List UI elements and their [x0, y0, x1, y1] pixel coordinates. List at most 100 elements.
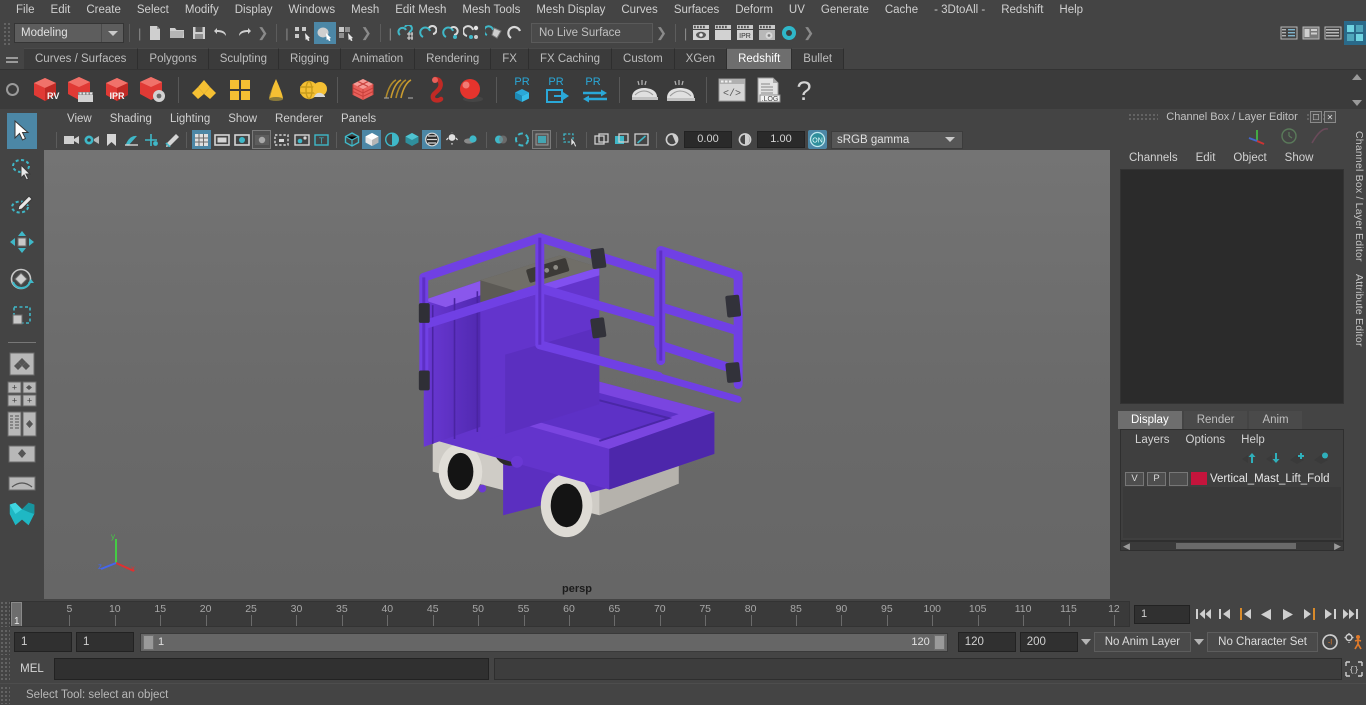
redshift-script-icon[interactable]: </>: [715, 73, 749, 107]
paint-select-tool[interactable]: [7, 187, 37, 223]
save-scene-icon[interactable]: [188, 22, 210, 44]
shelf-tab-redshift[interactable]: Redshift: [727, 48, 793, 69]
redshift-pr-object-icon[interactable]: PR: [505, 73, 539, 107]
gamma-icon[interactable]: [735, 130, 754, 149]
redshift-material-icon[interactable]: [187, 73, 221, 107]
menu-item-edit[interactable]: Edit: [43, 0, 79, 20]
collapse-handle-4[interactable]: ❯: [358, 25, 375, 41]
redshift-bake-icon[interactable]: [628, 73, 662, 107]
redshift-render-settings-icon[interactable]: [136, 73, 170, 107]
viewport-3d-canvas[interactable]: persp y x z: [44, 150, 1110, 599]
current-frame-field[interactable]: 1: [1134, 604, 1190, 624]
auto-keyframe-icon[interactable]: -l: [1318, 631, 1342, 653]
layer-menu-options[interactable]: Options: [1178, 434, 1234, 446]
viewport-menu-view[interactable]: View: [58, 110, 101, 129]
redshift-volume-icon[interactable]: [418, 73, 452, 107]
shelf-tab-animation[interactable]: Animation: [341, 48, 416, 69]
collapse-handle-6[interactable]: ❯: [653, 25, 670, 41]
viewport-menu-shading[interactable]: Shading: [101, 110, 161, 129]
make-live-icon[interactable]: [505, 22, 527, 44]
range-slider-grip[interactable]: [0, 629, 10, 655]
shaded-wireframe-icon[interactable]: [382, 130, 401, 149]
scroll-left-icon[interactable]: ◀: [1121, 541, 1130, 552]
shelf-tab-custom[interactable]: Custom: [612, 48, 675, 69]
redshift-log-icon[interactable]: .LOG: [751, 73, 785, 107]
redshift-pr-transfer-icon[interactable]: PR: [577, 73, 611, 107]
menu-set-selector[interactable]: Modeling: [14, 23, 124, 43]
layer-tab-render[interactable]: Render: [1183, 411, 1248, 429]
time-slider-track[interactable]: 1 5 10 15 20 25 30 35 40 45 50 55 60 65 70 75 80 85 90 95 1…: [10, 601, 1130, 627]
time-slider-grip[interactable]: [0, 601, 10, 627]
view-transform-icon[interactable]: [592, 130, 611, 149]
step-forward-frame-icon[interactable]: [1299, 605, 1318, 624]
layer-tab-display[interactable]: Display: [1118, 411, 1182, 429]
smooth-shading-icon[interactable]: [362, 130, 381, 149]
redshift-ipr-icon[interactable]: IPR: [100, 73, 134, 107]
layer-visibility-toggle[interactable]: V: [1125, 471, 1144, 486]
color-management-selector[interactable]: sRGB gamma: [831, 130, 963, 149]
channel-box-list[interactable]: [1120, 169, 1344, 404]
select-by-object-type-icon[interactable]: [313, 22, 336, 44]
show-hide-channel-box-icon[interactable]: [1278, 22, 1300, 44]
status-line-grip[interactable]: [2, 21, 10, 45]
collapse-handle-7[interactable]: |: [681, 26, 690, 41]
select-tool[interactable]: [7, 113, 37, 149]
menu-item-curves[interactable]: Curves: [613, 0, 665, 20]
viewport-menu-panels[interactable]: Panels: [332, 110, 385, 129]
menu-item-uv[interactable]: UV: [781, 0, 813, 20]
side-tab-attribute-editor[interactable]: Attribute Editor: [1353, 268, 1365, 353]
collapse-handle-5[interactable]: |: [386, 26, 395, 41]
wireframe-shading-icon[interactable]: [342, 130, 361, 149]
move-layer-up-icon[interactable]: [1241, 452, 1257, 465]
redshift-pr-export-icon[interactable]: PR: [541, 73, 575, 107]
gate-mask-icon[interactable]: [252, 130, 271, 149]
render-view-icon[interactable]: [690, 22, 712, 44]
shelf-tab-fx-caching[interactable]: FX Caching: [528, 48, 613, 69]
hypershade-persp-layout-button[interactable]: [6, 440, 38, 468]
menu-item-3dtoall[interactable]: - 3DtoAll -: [926, 0, 993, 20]
redshift-proxy-icon[interactable]: [346, 73, 380, 107]
command-line-input[interactable]: [54, 658, 489, 680]
menu-item-mesh-display[interactable]: Mesh Display: [528, 0, 613, 20]
ambient-occlusion-icon[interactable]: [462, 130, 481, 149]
animation-preferences-icon[interactable]: [1342, 631, 1366, 653]
anim-layer-dropdown-arrow[interactable]: [1078, 632, 1094, 652]
step-back-frame-icon[interactable]: [1236, 605, 1255, 624]
show-hide-tool-settings-icon[interactable]: [1322, 22, 1344, 44]
shelf-scroll-arrows[interactable]: [1350, 72, 1364, 108]
character-set-dropdown-arrow[interactable]: [1191, 632, 1207, 652]
script-editor-icon[interactable]: {}: [1342, 658, 1366, 680]
collapse-handle[interactable]: |: [135, 26, 144, 41]
channel-box-menu-edit[interactable]: Edit: [1187, 152, 1225, 164]
select-by-hierarchy-icon[interactable]: [292, 22, 314, 44]
layer-menu-layers[interactable]: Layers: [1127, 434, 1178, 446]
layer-tab-anim[interactable]: Anim: [1249, 411, 1302, 429]
use-all-lights-icon[interactable]: [422, 130, 441, 149]
snap-to-curve-point-icon[interactable]: [439, 22, 461, 44]
view-transform-active-icon[interactable]: [612, 130, 631, 149]
channel-box-menu-object[interactable]: Object: [1224, 152, 1275, 164]
shelf-tab-polygons[interactable]: Polygons: [138, 48, 209, 69]
redshift-render-view-icon[interactable]: RV: [28, 73, 62, 107]
chevron-down-icon[interactable]: [938, 132, 962, 148]
undo-icon[interactable]: [210, 22, 232, 44]
menu-item-deform[interactable]: Deform: [727, 0, 781, 20]
viewport-menu-renderer[interactable]: Renderer: [266, 110, 332, 129]
persp-graph-layout-button[interactable]: [6, 470, 38, 498]
motion-blur-icon[interactable]: [492, 130, 511, 149]
collapse-handle-2[interactable]: ❯: [254, 25, 271, 41]
panel-grip[interactable]: [1128, 112, 1159, 122]
ipr-render-icon[interactable]: IPR: [734, 22, 756, 44]
layer-shading-toggle[interactable]: [1169, 471, 1188, 486]
shelf-scroll-up-icon[interactable]: [1352, 74, 1362, 80]
scissor-lift-3d-model[interactable]: [44, 150, 1110, 599]
hud-toggle-icon[interactable]: [632, 130, 651, 149]
camera-attributes-icon[interactable]: [82, 130, 101, 149]
resolution-gate-icon[interactable]: [232, 130, 251, 149]
redshift-material-blender-icon[interactable]: [223, 73, 257, 107]
workspace-selector-icon[interactable]: [1344, 21, 1366, 45]
layer-color-swatch[interactable]: [1191, 472, 1207, 485]
anim-layer-selector[interactable]: No Anim Layer: [1093, 632, 1192, 652]
render-settings-icon[interactable]: [756, 22, 778, 44]
help-line-grip[interactable]: [0, 685, 10, 704]
